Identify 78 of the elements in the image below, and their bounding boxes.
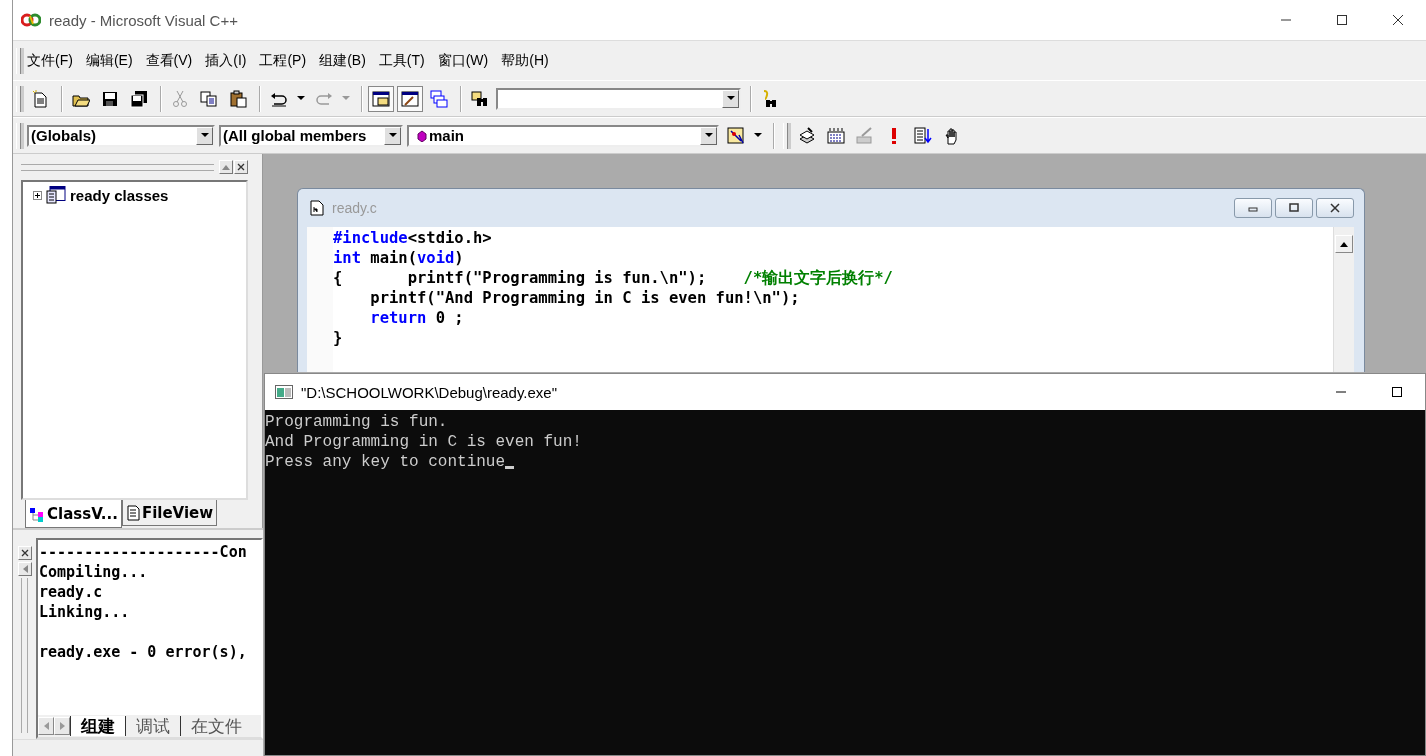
output-line: --------------------Con: [39, 542, 248, 563]
code-line: printf("And Programming in C is even fun!\n");: [369, 288, 801, 308]
output-line: ready.c: [39, 582, 104, 603]
up-arrow-icon: [1340, 241, 1348, 247]
scroll-bar[interactable]: [1333, 227, 1354, 372]
close-icon: [237, 163, 245, 171]
code-line: { printf("Programming is fun.\n"); /*输出文字后换行*/: [333, 268, 894, 288]
code-line: }: [333, 328, 344, 348]
menu-item[interactable]: 工程(P): [259, 51, 307, 70]
pane-scroll-button[interactable]: [18, 562, 32, 577]
class-combo[interactable]: (Globals): [27, 124, 215, 147]
toolbar-grip[interactable]: [16, 47, 21, 74]
up-arrow-icon: [222, 164, 230, 170]
maximize-icon: [1391, 386, 1403, 398]
output-tab[interactable]: 在文件: [180, 716, 252, 737]
output-tab[interactable]: 调试: [125, 716, 180, 737]
menu-item[interactable]: 插入(I): [205, 51, 247, 70]
menu-item[interactable]: 窗口(W): [437, 51, 489, 70]
output-tab[interactable]: 组建: [70, 716, 125, 737]
function-combo[interactable]: main: [407, 124, 719, 147]
caret-icon: [200, 133, 209, 138]
code-line: #include<stdio.h>: [333, 228, 493, 248]
close-icon: [1329, 203, 1341, 213]
console-line: Programming is fun.: [265, 412, 448, 432]
console-line: Press any key to continue: [265, 452, 506, 472]
close-icon: [1392, 14, 1404, 26]
menu-item[interactable]: 文件(F): [27, 51, 73, 70]
caret-icon: [704, 133, 713, 138]
left-arrow-icon: [43, 722, 49, 731]
menu-item[interactable]: 工具(T): [378, 51, 425, 70]
tab-scroll-right[interactable]: [54, 717, 70, 736]
right-arrow-icon: [59, 722, 65, 731]
toolbar-grip[interactable]: [16, 85, 21, 112]
c-file-icon: [310, 200, 324, 216]
members-combo[interactable]: (All global members: [219, 124, 403, 147]
code-line: return 0 ;: [369, 308, 465, 328]
close-button[interactable]: [1316, 198, 1354, 218]
app-logo-icon: [21, 13, 41, 27]
pane-grip[interactable]: [21, 578, 28, 734]
expand-toggle[interactable]: [33, 190, 42, 200]
pane-restore-button[interactable]: [219, 160, 233, 174]
tab-scroll-left[interactable]: [38, 717, 54, 736]
classes-icon: [46, 186, 66, 204]
output-line: Linking...: [39, 602, 131, 623]
editor-title: ready.c: [332, 200, 377, 216]
console-icon: [275, 385, 293, 399]
build-summary: ready.exe - 0 error(s),: [39, 642, 248, 663]
view-tab[interactable]: FileView: [121, 500, 218, 527]
console-title: "D:\SCHOOLWORK\Debug\ready.exe": [301, 383, 557, 401]
minimize-icon: [1247, 204, 1259, 212]
tree-item[interactable]: ready classes: [70, 186, 169, 204]
output-toggle-icon[interactable]: [397, 85, 423, 112]
window-title: ready - Microsoft Visual C++: [49, 11, 238, 29]
document-icon: [125, 504, 140, 521]
pane-close-button[interactable]: [18, 546, 32, 561]
menu-item[interactable]: 编辑(E): [85, 51, 133, 70]
toolbar-grip[interactable]: [16, 122, 21, 149]
restore-button[interactable]: [1275, 198, 1313, 218]
console-line: And Programming in C is even fun!: [265, 432, 582, 452]
minimize-button[interactable]: [1234, 198, 1272, 218]
pane-grip[interactable]: [21, 163, 214, 171]
caret-icon: [726, 96, 735, 101]
function-icon: [417, 129, 427, 142]
menu-item[interactable]: 查看(V): [145, 51, 193, 70]
menu-item[interactable]: 帮助(H): [501, 51, 549, 70]
menu-item[interactable]: 组建(B): [319, 51, 366, 70]
caret-icon: [388, 133, 397, 138]
output-line: Compiling...: [39, 562, 149, 583]
close-icon: [21, 549, 29, 558]
class-view-icon: [29, 505, 45, 522]
view-tab[interactable]: ClassV...: [25, 500, 122, 529]
maximize-icon: [1336, 14, 1348, 26]
workspace-toggle-icon[interactable]: [368, 85, 394, 112]
pane-close-button[interactable]: [234, 160, 248, 174]
code-line: int main(void): [333, 248, 465, 268]
restore-icon: [1288, 203, 1300, 213]
toolbar-grip[interactable]: [783, 122, 788, 149]
left-arrow-icon: [22, 565, 28, 574]
